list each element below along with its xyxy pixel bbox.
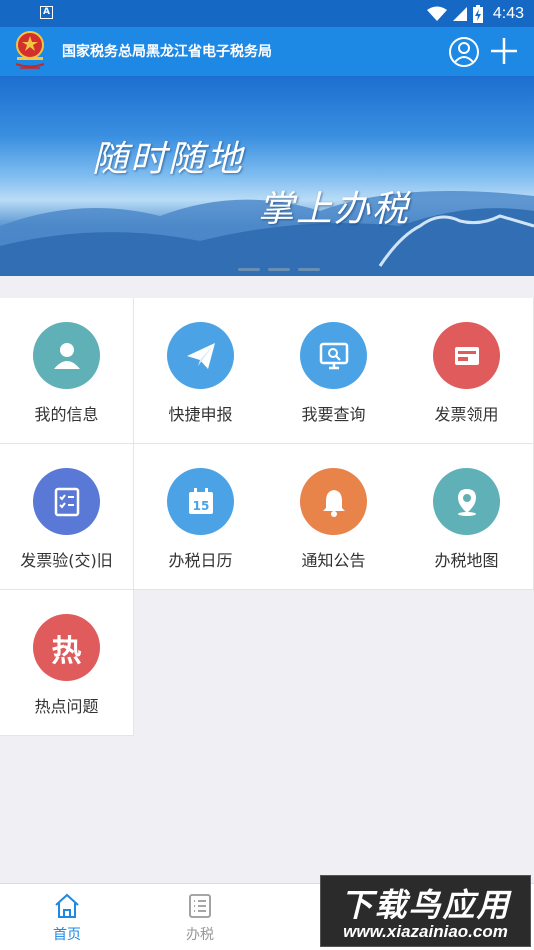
list-icon (189, 894, 211, 918)
banner-slogan-line1: 随时随地 (92, 139, 245, 180)
hot-glyph: 热 (51, 633, 82, 669)
page-title: 国家税务总局黑龙江省电子税务局 (62, 44, 272, 60)
paper-plane-icon (167, 322, 234, 389)
person-icon (33, 322, 100, 389)
menu-label: 办税地图 (434, 551, 499, 570)
menu-label: 办税日历 (168, 551, 233, 570)
carousel-dot[interactable] (238, 268, 260, 271)
menu-label: 发票验(交)旧 (20, 551, 113, 570)
menu-label: 通知公告 (301, 551, 366, 570)
profile-icon[interactable] (448, 36, 480, 68)
wifi-icon (426, 6, 447, 21)
calendar-icon: 15 (167, 468, 234, 535)
add-icon[interactable] (489, 36, 519, 66)
menu-invoice-claim[interactable]: 发票领用 (400, 298, 534, 444)
menu-invoice-verify[interactable]: 发票验(交)旧 (0, 444, 134, 590)
menu-tax-calendar[interactable]: 15 办税日历 (134, 444, 268, 590)
clock: 4:43 (492, 5, 524, 22)
tab-label: 办税 (186, 927, 214, 943)
app-header: 国家税务总局黑龙江省电子税务局 (0, 27, 534, 76)
menu-label: 热点问题 (34, 697, 99, 716)
banner-slogan-line2: 掌上办税 (258, 189, 411, 230)
menu-quick-declare[interactable]: 快捷申报 (134, 298, 268, 444)
mountain-wall-illustration (0, 191, 534, 276)
carousel-dot[interactable] (268, 268, 290, 271)
watermark-logo: 下载鸟应用 www.xiazainiao.com (320, 875, 531, 947)
tab-tax[interactable]: 办税 (160, 884, 240, 950)
promo-banner[interactable]: 随时随地 掌上办税 (0, 76, 534, 276)
home-icon (55, 893, 79, 918)
watermark-url: www.xiazainiao.com (343, 922, 508, 941)
menu-hot-topics[interactable]: 热 热点问题 (0, 590, 134, 736)
menu-label: 我要查询 (301, 405, 366, 424)
carousel-indicator[interactable] (238, 268, 320, 271)
cell-signal-icon (452, 7, 467, 21)
bell-icon (300, 468, 367, 535)
menu-label: 我的信息 (34, 405, 99, 424)
tab-home[interactable]: 首页 (27, 884, 107, 950)
hot-topic-icon: 热 (33, 614, 100, 681)
monitor-search-icon (300, 322, 367, 389)
menu-query[interactable]: 我要查询 (267, 298, 401, 444)
tax-bureau-emblem-icon (15, 31, 45, 69)
menu-my-info[interactable]: 我的信息 (0, 298, 134, 444)
battery-charging-icon (472, 5, 483, 23)
menu-announcements[interactable]: 通知公告 (267, 444, 401, 590)
checklist-icon (33, 468, 100, 535)
watermark-title: 下载鸟应用 (340, 886, 511, 924)
map-pin-icon (433, 468, 500, 535)
menu-label: 快捷申报 (168, 405, 233, 424)
invoice-card-icon (433, 322, 500, 389)
carousel-dot[interactable] (298, 268, 320, 271)
sim-notification-icon: A (40, 6, 53, 19)
menu-label: 发票领用 (434, 405, 499, 424)
calendar-day-number: 15 (192, 499, 209, 513)
status-icons: 4:43 (426, 3, 524, 25)
status-bar: A 4:43 (0, 0, 534, 27)
menu-tax-map[interactable]: 办税地图 (400, 444, 534, 590)
tab-label: 首页 (53, 927, 81, 943)
